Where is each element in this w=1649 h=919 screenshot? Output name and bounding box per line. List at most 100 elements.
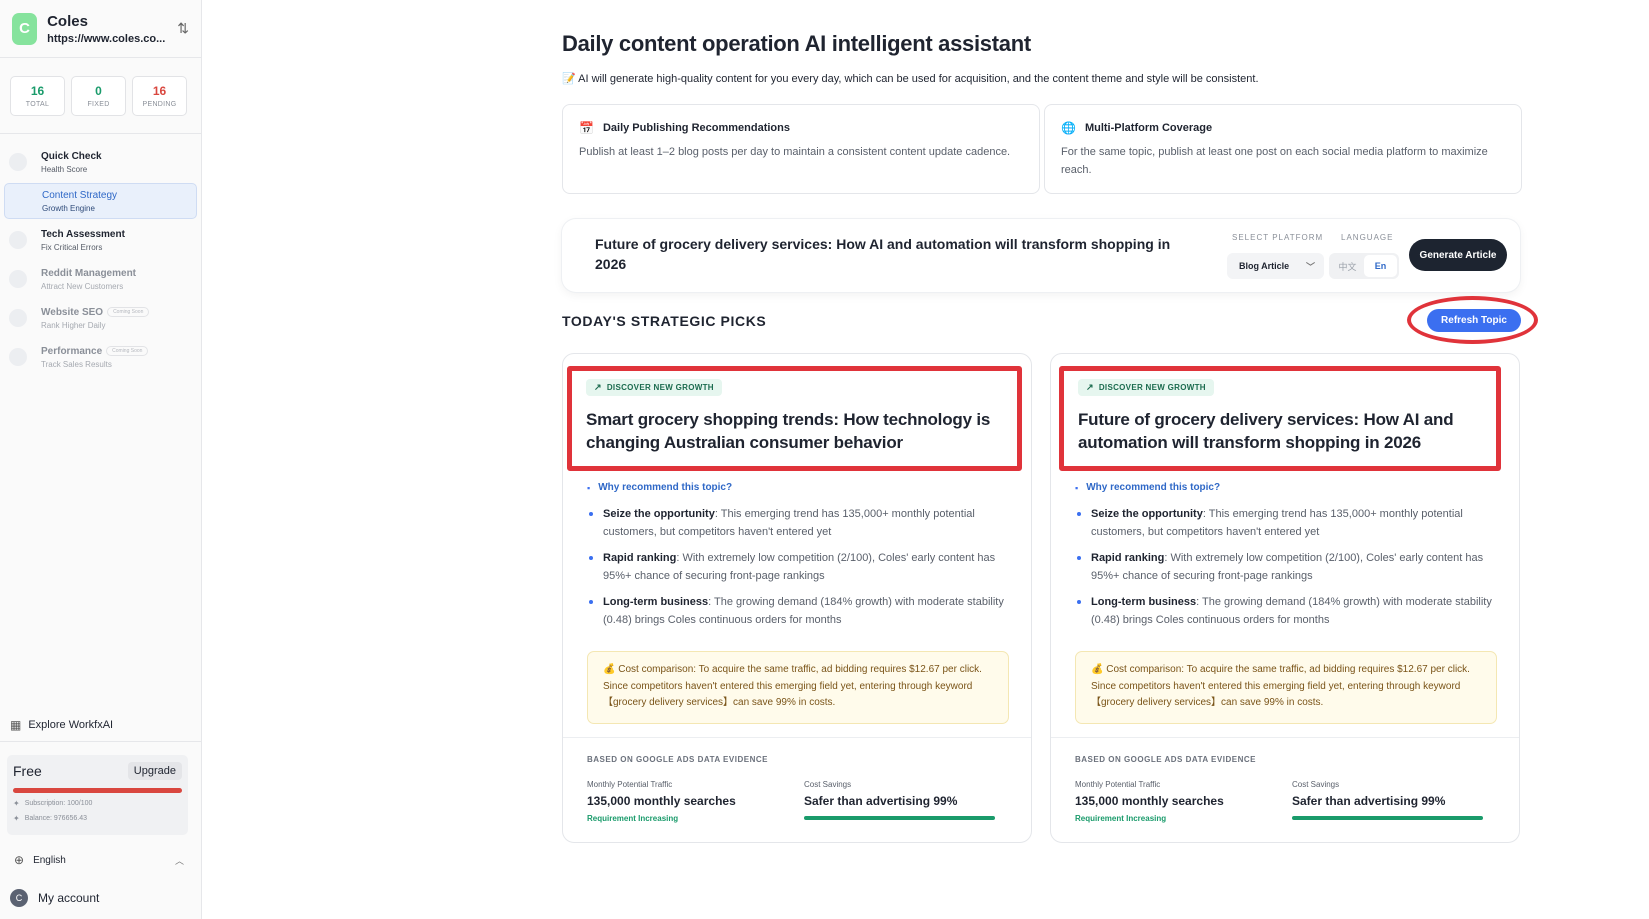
nav-subtitle: Health Score — [41, 164, 88, 174]
rec-text: Publish at least 1–2 blog posts per day … — [579, 146, 1011, 158]
switch-site-icon[interactable]: ⇅ — [177, 20, 189, 37]
coming-soon-badge: Coming Soon — [107, 306, 150, 317]
growth-badge: ↗ DISCOVER NEW GROWTH — [586, 379, 722, 396]
rec-title: Multi-Platform Coverage — [1084, 122, 1213, 134]
nav-item-content-strategy[interactable]: Content Strategy Growth Engine — [4, 183, 197, 219]
chevron-down-icon: ﹀ — [1305, 261, 1315, 272]
nav-title: Reddit Management — [41, 267, 137, 279]
platform-select[interactable]: Blog Article ﹀ — [1227, 253, 1324, 279]
metric-value: 135,000 monthly searches — [587, 794, 736, 808]
cost-comparison: 💰 Cost comparison: To acquire the same t… — [1075, 651, 1497, 724]
globe-icon: ⊕ — [14, 853, 25, 867]
reason-item: Seize the opportunity: This emerging tre… — [1075, 505, 1495, 541]
lang-option-en[interactable]: En — [1364, 255, 1397, 277]
nav-title: Tech Assessment — [41, 228, 125, 240]
stat-pending-label: PENDING — [142, 101, 177, 108]
upgrade-button[interactable]: Upgrade — [127, 762, 182, 780]
nav-status-icon — [10, 192, 28, 210]
reason-head: Long-term business — [1091, 596, 1197, 608]
account-label: My account — [38, 891, 100, 905]
stat-fixed: 0 FIXED — [71, 76, 126, 116]
metric-label: Monthly Potential Traffic — [1075, 780, 1161, 789]
balance-text: Balance: 976656.43 — [24, 815, 87, 822]
stat-fixed-label: FIXED — [87, 101, 110, 108]
reason-head: Seize the opportunity — [603, 508, 715, 520]
nav-title-text: Performance — [41, 345, 103, 357]
metric-note: Requirement Increasing — [1075, 814, 1167, 823]
page-description: 📝 AI will generate high-quality content … — [562, 72, 1259, 85]
my-account-link[interactable]: C My account — [10, 889, 99, 907]
memo-icon: 📝 — [562, 73, 576, 85]
stat-pending: 16 PENDING — [132, 76, 187, 116]
stat-pending-value: 16 — [152, 84, 167, 98]
reason-head: Rapid ranking — [1091, 552, 1165, 564]
plan-panel: Free Upgrade ✦ Subscription: 100/100 ✦ Bal… — [7, 755, 188, 835]
rec-title: Daily Publishing Recommendations — [602, 122, 790, 134]
platform-label: SELECT PLATFORM — [1232, 233, 1324, 242]
savings-metric: Cost Savings Safer than advertising 99% — [804, 780, 995, 820]
section-title: TODAY'S STRATEGIC PICKS — [562, 313, 767, 329]
reason-item: Long-term business: The growing demand (… — [1075, 593, 1495, 629]
nav-subtitle: Fix Critical Errors — [41, 242, 103, 252]
chat-icon: ▪ — [587, 482, 591, 493]
why-recommend-link[interactable]: ▪ Why recommend this topic? — [587, 482, 732, 493]
nav-status-icon — [9, 153, 27, 171]
nav-status-icon — [9, 309, 27, 327]
nav-item-website-seo[interactable]: Website SEO Coming Soon Rank Higher Daily — [4, 300, 197, 336]
explore-link[interactable]: ▦ Explore WorkfxAI — [10, 718, 113, 732]
nav-title: Performance Coming Soon — [41, 345, 149, 357]
divider — [0, 741, 202, 742]
recommendation-card-publishing: 📅 Daily Publishing Recommendations Publis… — [562, 104, 1040, 194]
nav-title: Content Strategy — [42, 189, 118, 201]
nav-item-tech-assessment[interactable]: Tech Assessment Fix Critical Errors — [4, 222, 197, 258]
why-label: Why recommend this topic? — [1086, 482, 1221, 493]
highlight-ring — [1407, 296, 1538, 344]
brand-name: Coles — [47, 12, 88, 30]
sidebar-nav: Quick Check Health Score Content Strategy… — [0, 134, 201, 388]
pick-title: Smart grocery shopping trends: How techn… — [586, 410, 991, 452]
nav-item-performance[interactable]: Performance Coming Soon Track Sales Result… — [4, 339, 197, 375]
traffic-metric: Monthly Potential Traffic 135,000 monthl… — [1075, 780, 1224, 823]
nav-item-quick-check[interactable]: Quick Check Health Score — [4, 144, 197, 180]
calendar-icon: 📅 — [579, 121, 594, 135]
recommendation-card-coverage: 🌐 Multi-Platform Coverage For the same to… — [1044, 104, 1522, 194]
cost-comparison: 💰 Cost comparison: To acquire the same t… — [587, 651, 1009, 724]
why-recommend-link[interactable]: ▪ Why recommend this topic? — [1075, 482, 1220, 493]
growth-badge-label: DISCOVER NEW GROWTH — [606, 383, 714, 392]
divider — [1051, 737, 1519, 738]
generate-article-button[interactable]: Generate Article — [1409, 239, 1507, 271]
reason-head: Seize the opportunity — [1091, 508, 1203, 520]
metric-label: Cost Savings — [1292, 780, 1340, 789]
trending-up-icon: ↗ — [594, 382, 602, 392]
metric-label: Cost Savings — [804, 780, 852, 789]
nav-subtitle: Rank Higher Daily — [41, 320, 106, 330]
sidebar: C Coles https://www.coles.co... ⇅ 16 TOT… — [0, 0, 202, 919]
trending-up-icon: ↗ — [1086, 382, 1094, 392]
subscription-line: ✦ Subscription: 100/100 — [13, 799, 182, 808]
pick-card: ↗ DISCOVER NEW GROWTH Future of grocery d… — [1050, 353, 1520, 843]
growth-badge-label: DISCOVER NEW GROWTH — [1098, 383, 1206, 392]
lang-option-zh[interactable]: 中文 — [1331, 255, 1364, 277]
page-title: Daily content operation AI intelligent a… — [562, 31, 1031, 56]
savings-bar — [1292, 816, 1483, 820]
nav-title: Website SEO Coming Soon — [41, 306, 150, 318]
language-selector[interactable]: ⊕ English ︿ — [14, 853, 184, 867]
topic-generator-bar: Future of grocery delivery services: How… — [562, 219, 1520, 292]
savings-metric: Cost Savings Safer than advertising 99% — [1292, 780, 1483, 820]
globe-icon: 🌐 — [1061, 121, 1076, 135]
growth-badge: ↗ DISCOVER NEW GROWTH — [1078, 379, 1214, 396]
nav-subtitle: Attract New Customers — [41, 281, 124, 291]
language-label: English — [33, 854, 66, 866]
savings-bar — [804, 816, 995, 820]
brand-header[interactable]: C Coles https://www.coles.co... ⇅ — [0, 0, 201, 58]
why-label: Why recommend this topic? — [598, 482, 733, 493]
stat-total: 16 TOTAL — [10, 76, 65, 116]
metric-value: Safer than advertising 99% — [804, 794, 958, 808]
nav-item-reddit-management[interactable]: Reddit Management Attract New Customers — [4, 261, 197, 297]
platform-value: Blog Article — [1239, 261, 1290, 271]
subscription-text: Subscription: 100/100 — [24, 800, 93, 807]
nav-status-icon — [9, 348, 27, 366]
plan-name: Free — [13, 763, 42, 779]
brand-url: https://www.coles.co... — [47, 32, 166, 45]
sparkle-icon: ✦ — [13, 814, 20, 823]
